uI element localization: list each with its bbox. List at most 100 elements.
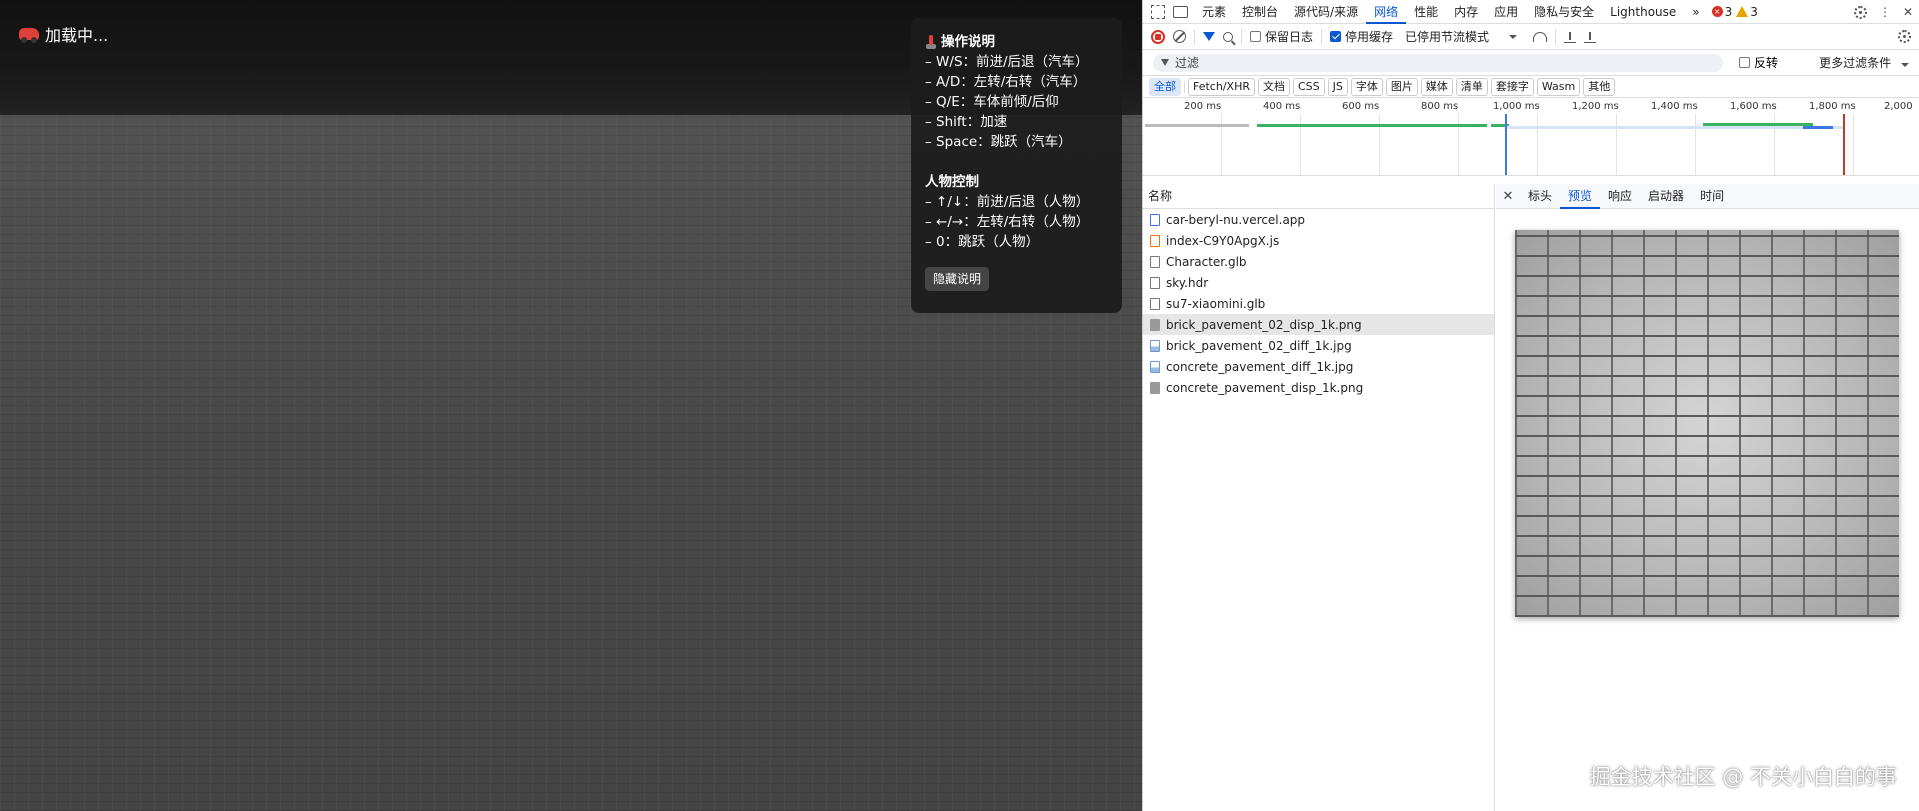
timeline-bar (1257, 124, 1487, 127)
request-row[interactable]: sky.hdr (1143, 272, 1494, 293)
type-chip-wasm[interactable]: Wasm (1536, 77, 1581, 96)
timeline-tick: 1,600 ms (1730, 101, 1777, 112)
filter-icon[interactable] (1203, 32, 1215, 41)
request-row-selected[interactable]: brick_pavement_02_disp_1k.png (1143, 314, 1494, 335)
import-har-icon[interactable] (1564, 31, 1577, 43)
type-chip-other[interactable]: 其他 (1583, 77, 1616, 96)
record-icon[interactable] (1151, 29, 1165, 44)
network-settings-icon[interactable] (1898, 30, 1911, 43)
request-row[interactable]: su7-xiaomini.glb (1143, 293, 1494, 314)
tab-timing[interactable]: 时间 (1692, 184, 1732, 209)
tab-performance[interactable]: 性能 (1406, 0, 1446, 24)
invert-checkbox[interactable]: 反转 (1739, 54, 1778, 71)
timeline-tick: 1,000 ms (1493, 101, 1540, 112)
tab-console[interactable]: 控制台 (1234, 0, 1286, 24)
loading-text: 加载中... (45, 26, 109, 45)
filter-input[interactable]: 过滤 (1153, 53, 1723, 72)
tab-elements[interactable]: 元素 (1194, 0, 1234, 24)
type-chip-js[interactable]: JS (1327, 77, 1348, 96)
car-line: – Q/E：车体前倾/后仰 (925, 94, 1059, 110)
settings-gear-icon[interactable] (1853, 5, 1867, 19)
timeline-bar (1145, 124, 1249, 127)
tab-application[interactable]: 应用 (1486, 0, 1526, 24)
car-line: – Shift：加速 (925, 114, 1008, 130)
tab-initiator[interactable]: 启动器 (1640, 184, 1692, 209)
network-timeline-overview[interactable]: 200 ms 400 ms 600 ms 800 ms 1,000 ms 1,2… (1143, 98, 1919, 176)
name-column-header[interactable]: 名称 (1143, 184, 1494, 209)
timeline-bar (1505, 126, 1845, 129)
tab-privacy-security[interactable]: 隐私与安全 (1526, 0, 1602, 24)
request-name: Character.glb (1166, 254, 1247, 269)
checkbox-checked-icon (1330, 31, 1342, 42)
request-row[interactable]: brick_pavement_02_diff_1k.jpg (1143, 335, 1494, 356)
inspect-icon[interactable] (1151, 4, 1165, 19)
device-toolbar-icon[interactable] (1173, 5, 1188, 18)
file-icon (1150, 276, 1160, 289)
warning-badge[interactable]: 3 (1736, 5, 1758, 19)
funnel-icon (1161, 59, 1169, 66)
request-list: 名称 car-beryl-nu.vercel.app index-C9Y0Apg… (1143, 184, 1495, 811)
hide-help-button[interactable]: 隐藏说明 (925, 267, 990, 291)
error-badge[interactable]: × 3 (1711, 5, 1732, 19)
export-har-icon[interactable] (1584, 31, 1597, 43)
request-name: concrete_pavement_diff_1k.jpg (1166, 359, 1354, 374)
warning-icon (1736, 6, 1749, 17)
network-conditions-icon[interactable] (1533, 31, 1548, 42)
more-filters-dropdown[interactable]: 更多过滤条件 (1819, 54, 1909, 71)
error-icon: × (1711, 6, 1723, 17)
tab-preview[interactable]: 预览 (1560, 184, 1601, 209)
car-icon (19, 28, 39, 43)
close-devtools-icon[interactable]: ✕ (1903, 5, 1913, 19)
disable-cache-checkbox[interactable]: 停用缓存 (1330, 28, 1393, 45)
image-icon (1150, 339, 1160, 352)
type-chip-img[interactable]: 图片 (1385, 77, 1418, 96)
type-chip-media[interactable]: 媒体 (1420, 77, 1453, 96)
clear-icon[interactable] (1173, 30, 1186, 43)
document-icon (1150, 213, 1160, 226)
help-title: 操作说明 (925, 32, 1108, 52)
person-title: 人物控制 (925, 174, 979, 190)
timeline-tick: 2,000 (1884, 101, 1913, 112)
request-row[interactable]: concrete_pavement_disp_1k.png (1143, 377, 1494, 398)
timeline-tick: 600 ms (1342, 101, 1380, 112)
image-icon (1150, 360, 1160, 373)
chevron-down-icon (1901, 63, 1909, 67)
car-line: – A/D：左转/右转（汽车） (925, 74, 1087, 90)
more-filters-label: 更多过滤条件 (1819, 56, 1892, 70)
throttle-select[interactable]: 已停用节流模式 (1405, 28, 1518, 45)
throttle-value: 已停用节流模式 (1405, 30, 1490, 44)
more-tabs-icon[interactable]: » (1684, 0, 1707, 24)
request-name: su7-xiaomini.glb (1166, 296, 1266, 311)
filter-bar: 过滤 反转 更多过滤条件 (1143, 50, 1919, 76)
type-chip-doc[interactable]: 文档 (1257, 77, 1290, 96)
timeline-tick: 1,800 ms (1809, 101, 1856, 112)
tab-response[interactable]: 响应 (1600, 184, 1640, 209)
devtools-tab-bar: 元素 控制台 源代码/来源 网络 性能 内存 应用 隐私与安全 Lighthou… (1143, 0, 1919, 24)
request-row[interactable]: index-C9Y0ApgX.js (1143, 230, 1494, 251)
type-chip-socket[interactable]: 套接字 (1490, 77, 1534, 96)
request-name: concrete_pavement_disp_1k.png (1166, 380, 1364, 395)
type-chip-all[interactable]: 全部 (1149, 77, 1181, 96)
timeline-tick: 200 ms (1184, 101, 1222, 112)
kebab-menu-icon[interactable]: ⋮ (1879, 5, 1891, 19)
search-icon[interactable] (1223, 31, 1233, 42)
type-chip-font[interactable]: 字体 (1350, 77, 1383, 96)
tab-lighthouse[interactable]: Lighthouse (1602, 0, 1684, 24)
tab-headers[interactable]: 标头 (1520, 184, 1560, 209)
preserve-log-checkbox[interactable]: 保留日志 (1250, 28, 1313, 45)
request-row[interactable]: Character.glb (1143, 251, 1494, 272)
game-viewport[interactable]: 加载中... 操作说明 – W/S：前进/后退（汽车） – A/D：左转/右转（… (0, 0, 1142, 811)
person-line: – ←/→：左转/右转（人物） (925, 214, 1090, 230)
tab-memory[interactable]: 内存 (1446, 0, 1486, 24)
checkbox-icon (1250, 31, 1261, 42)
type-chip-fetch[interactable]: Fetch/XHR (1188, 77, 1255, 96)
type-chip-css[interactable]: CSS (1292, 77, 1325, 96)
network-toolbar: 保留日志 停用缓存 已停用节流模式 (1143, 24, 1919, 50)
loading-indicator: 加载中... (19, 22, 108, 46)
close-icon[interactable]: ✕ (1496, 189, 1520, 204)
request-row[interactable]: concrete_pavement_diff_1k.jpg (1143, 356, 1494, 377)
type-chip-manifest[interactable]: 清单 (1455, 77, 1488, 96)
request-row[interactable]: car-beryl-nu.vercel.app (1143, 209, 1494, 230)
tab-sources[interactable]: 源代码/来源 (1286, 0, 1366, 24)
tab-network[interactable]: 网络 (1366, 0, 1407, 24)
